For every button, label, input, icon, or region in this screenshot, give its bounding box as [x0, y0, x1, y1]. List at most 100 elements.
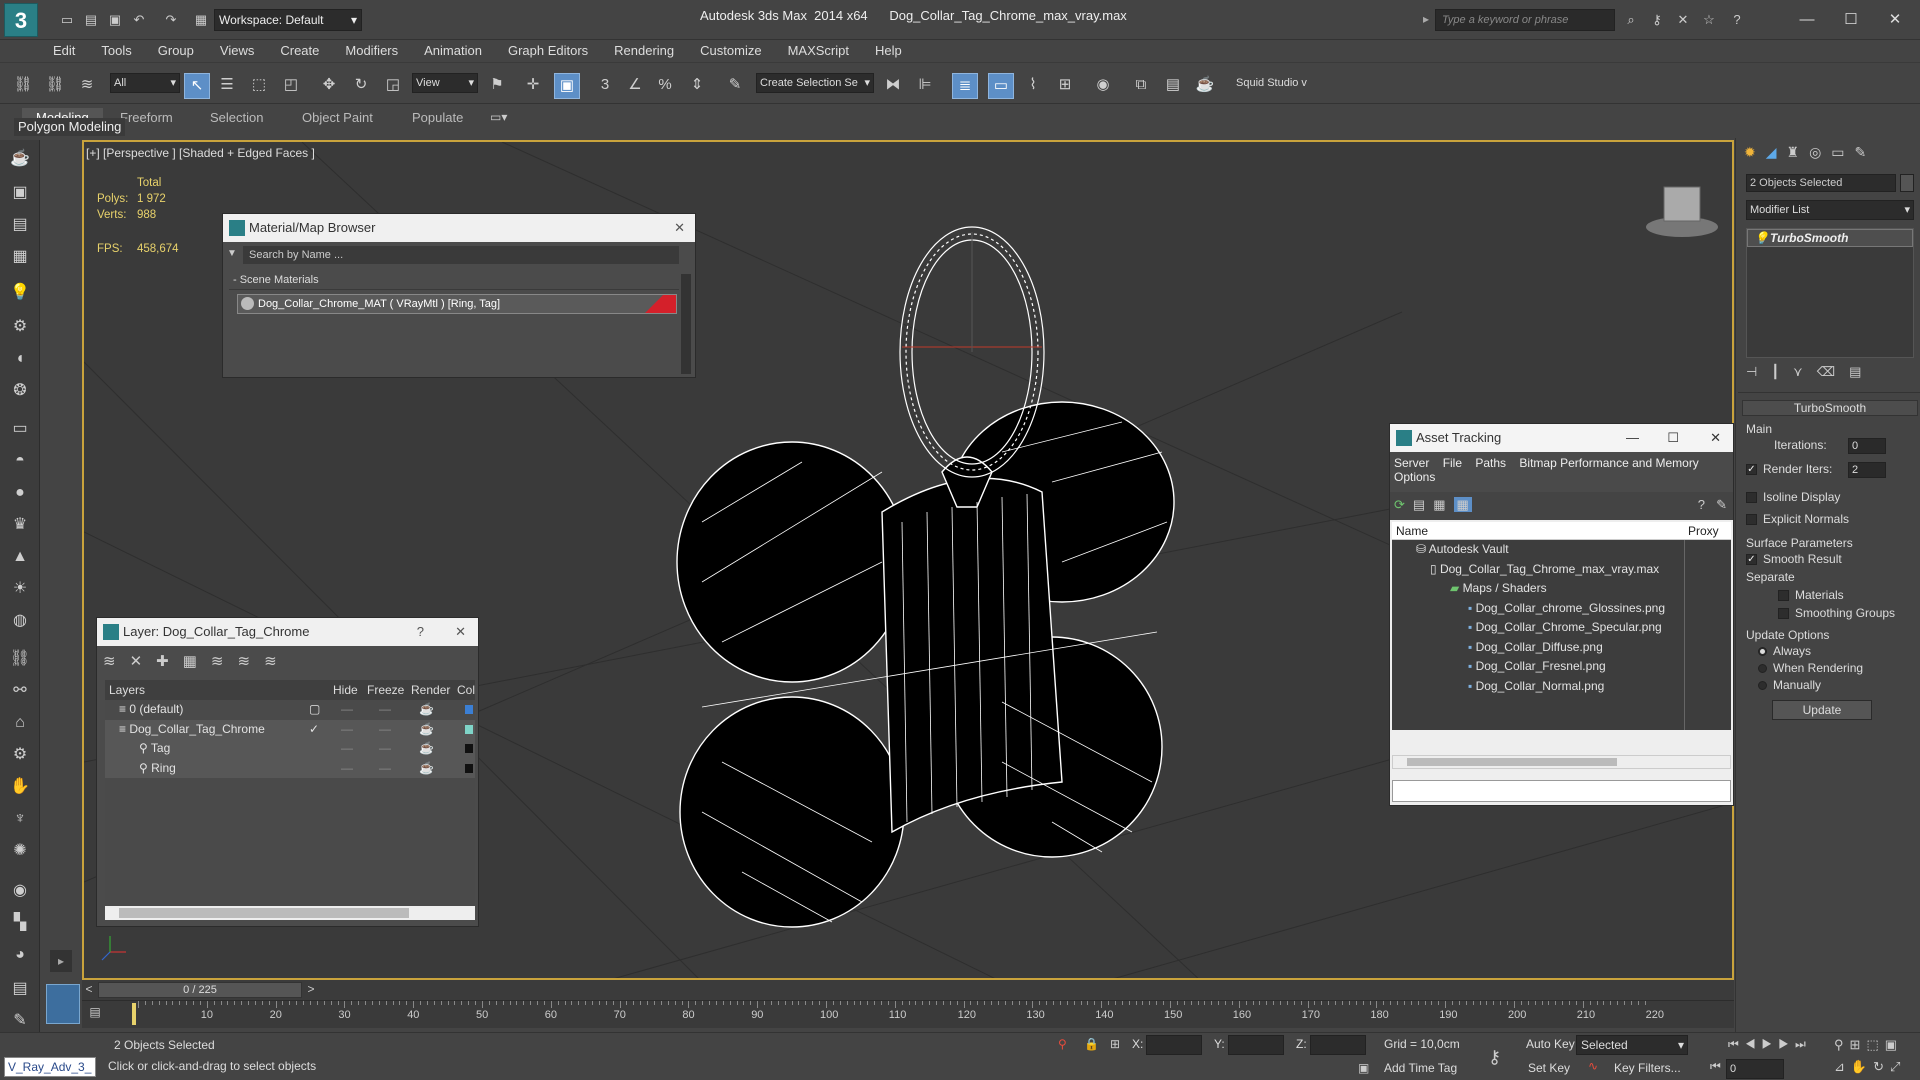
- new-layer-icon[interactable]: ≋: [103, 653, 130, 670]
- turbosmooth-rollout-header[interactable]: TurboSmooth: [1742, 400, 1918, 416]
- menu-customize[interactable]: Customize: [687, 40, 774, 62]
- browser-options-icon[interactable]: ▼: [227, 248, 241, 262]
- render-iters-spinner[interactable]: 2: [1848, 462, 1886, 478]
- percent-snap-icon[interactable]: %: [652, 73, 678, 99]
- pin-stack-icon[interactable]: ⊣: [1746, 364, 1771, 379]
- pan-icon[interactable]: ✋: [1851, 1059, 1873, 1074]
- object-color-swatch[interactable]: [1900, 174, 1914, 192]
- material-sphere-icon[interactable]: ◍: [6, 608, 34, 634]
- display-tab-icon[interactable]: ▭: [1831, 144, 1854, 160]
- layer-color-swatch[interactable]: [465, 705, 473, 714]
- lightbulb-icon[interactable]: 💡: [1754, 230, 1769, 246]
- col-render[interactable]: Render: [411, 680, 450, 700]
- mirror-icon[interactable]: ⧓: [880, 73, 906, 99]
- render-setup-icon[interactable]: ⧉: [1128, 73, 1154, 99]
- zoom-extents-icon[interactable]: ⬚: [1866, 1037, 1884, 1052]
- hair-farm-icon[interactable]: ♆: [6, 806, 34, 832]
- maxscript-listener[interactable]: V_Ray_Adv_3_: [4, 1057, 96, 1077]
- isolate-icon[interactable]: ⚲: [1058, 1037, 1067, 1051]
- explicit-normals-checkbox[interactable]: [1746, 514, 1757, 526]
- window-crossing-icon[interactable]: ◰: [278, 73, 304, 99]
- mini-listener-icon[interactable]: [46, 984, 80, 1024]
- modifier-stack-item[interactable]: 💡 TurboSmooth: [1747, 229, 1913, 247]
- z-coordinate-field[interactable]: [1310, 1035, 1366, 1055]
- manually-radio[interactable]: [1758, 681, 1767, 691]
- next-frame-icon[interactable]: >: [304, 982, 318, 998]
- freeze-toggle[interactable]: —: [379, 720, 391, 740]
- layer-row[interactable]: ≡ 0 (default) ▢ — — ☕: [105, 700, 475, 720]
- pivot-center-icon[interactable]: ⚑: [484, 73, 510, 99]
- keyboard-shortcut-override-icon[interactable]: ▣: [554, 73, 580, 99]
- render-teapot-icon[interactable]: ☕: [419, 720, 434, 740]
- motion-tab-icon[interactable]: ◎: [1809, 144, 1831, 160]
- freeze-all-icon[interactable]: ≋: [264, 653, 291, 670]
- select-object-icon[interactable]: ↖: [184, 73, 210, 99]
- curve-editor-icon[interactable]: ⌇: [1020, 73, 1046, 99]
- x-coordinate-field[interactable]: [1146, 1035, 1202, 1055]
- close-icon[interactable]: ✕: [455, 618, 466, 646]
- edit-named-selection-icon[interactable]: ✎: [722, 73, 748, 99]
- material-editor-icon[interactable]: ◉: [1090, 73, 1116, 99]
- set-key-button[interactable]: Set Key: [1528, 1061, 1570, 1075]
- freeze-toggle[interactable]: —: [379, 759, 391, 779]
- plane-icon[interactable]: ▭: [6, 416, 34, 442]
- checkmark-icon[interactable]: ✓: [309, 720, 319, 740]
- asset-row[interactable]: ▪ Dog_Collar_Normal.png: [1468, 677, 1604, 697]
- menu-modifiers[interactable]: Modifiers: [332, 40, 411, 62]
- menu-options[interactable]: Options: [1394, 470, 1435, 484]
- scale-icon[interactable]: ◲: [380, 73, 406, 99]
- menu-create[interactable]: Create: [267, 40, 332, 62]
- frame-indicator[interactable]: 0 / 225: [98, 982, 302, 998]
- tab-populate[interactable]: Populate: [398, 108, 477, 128]
- tab-object-paint[interactable]: Object Paint: [288, 108, 387, 128]
- dome-icon[interactable]: ◓: [6, 448, 34, 474]
- scene-materials-group[interactable]: - Scene Materials: [229, 274, 679, 290]
- layer-row[interactable]: ≡ Dog_Collar_Tag_Chrome ✓ — — ☕: [105, 719, 475, 740]
- highlight-icon[interactable]: ✎: [1716, 497, 1727, 513]
- ribbon-options-icon[interactable]: ▭▾: [490, 110, 507, 124]
- scene-explorer-icon[interactable]: ▤: [6, 212, 34, 238]
- help-icon[interactable]: ?: [1726, 9, 1748, 31]
- refresh-icon[interactable]: ⟳: [1394, 497, 1405, 512]
- render-iters-checkbox[interactable]: ✓: [1746, 464, 1757, 476]
- iterations-spinner[interactable]: 0: [1848, 438, 1886, 454]
- maximize-viewport-icon[interactable]: ⤢: [1890, 1059, 1906, 1074]
- layer-color-swatch[interactable]: [465, 763, 473, 773]
- render-production-icon[interactable]: ☕: [1192, 73, 1218, 99]
- menu-maxscript[interactable]: MAXScript: [775, 40, 862, 62]
- communication-icon[interactable]: ✕: [1672, 9, 1694, 31]
- track-bar[interactable]: ▤ 10 20 30 40 50 60 70 80 90 100 110 120 130 140 150 16…: [82, 1000, 1734, 1028]
- key-icon[interactable]: ⚷: [1488, 1047, 1501, 1068]
- layer-icon[interactable]: ▦: [6, 244, 34, 270]
- freeze-toggle[interactable]: —: [379, 700, 391, 720]
- menu-rendering[interactable]: Rendering: [601, 40, 687, 62]
- menu-help[interactable]: Help: [862, 40, 915, 62]
- layer-color-swatch[interactable]: [465, 724, 473, 734]
- workspace-dropdown[interactable]: Workspace: Default ▾: [214, 9, 362, 31]
- layer-explorer-icon[interactable]: ≣: [952, 73, 978, 99]
- subscription-icon[interactable]: ⚷: [1646, 9, 1668, 31]
- modifier-list-dropdown[interactable]: Modifier List ▾: [1746, 200, 1914, 220]
- list-view-icon[interactable]: ▤: [1413, 497, 1425, 512]
- menu-server[interactable]: Server: [1394, 456, 1429, 470]
- menu-graph-editors[interactable]: Graph Editors: [495, 40, 601, 62]
- menu-group[interactable]: Group: [145, 40, 207, 62]
- polygon-modeling-panel[interactable]: Polygon Modeling: [14, 118, 126, 136]
- remove-modifier-icon[interactable]: ⌫: [1817, 364, 1849, 379]
- delete-layer-icon[interactable]: ✕: [130, 653, 157, 670]
- layer-row[interactable]: ⚲ Ring — — ☕: [105, 758, 475, 779]
- col-proxy[interactable]: Proxy: [1688, 522, 1719, 540]
- material-browser-titlebar[interactable]: Material/Map Browser ✕: [223, 214, 695, 242]
- select-by-name-icon[interactable]: ☰: [214, 73, 240, 99]
- add-to-layer-icon[interactable]: ✚: [156, 653, 183, 670]
- minimize-button[interactable]: —: [1626, 424, 1639, 452]
- orbit-icon[interactable]: ↻: [1873, 1059, 1890, 1074]
- zoom-all-icon[interactable]: ⊞: [1850, 1037, 1867, 1052]
- fur-icon[interactable]: ♛: [6, 512, 34, 538]
- absolute-mode-icon[interactable]: ⊞: [1110, 1037, 1120, 1051]
- favorites-star-icon[interactable]: ☆: [1698, 9, 1720, 31]
- render-teapot-icon[interactable]: ☕: [419, 739, 434, 759]
- col-freeze[interactable]: Freeze: [367, 680, 404, 700]
- globe-icon[interactable]: ◉: [6, 878, 34, 904]
- spinner-snap-icon[interactable]: ⇕: [684, 73, 710, 99]
